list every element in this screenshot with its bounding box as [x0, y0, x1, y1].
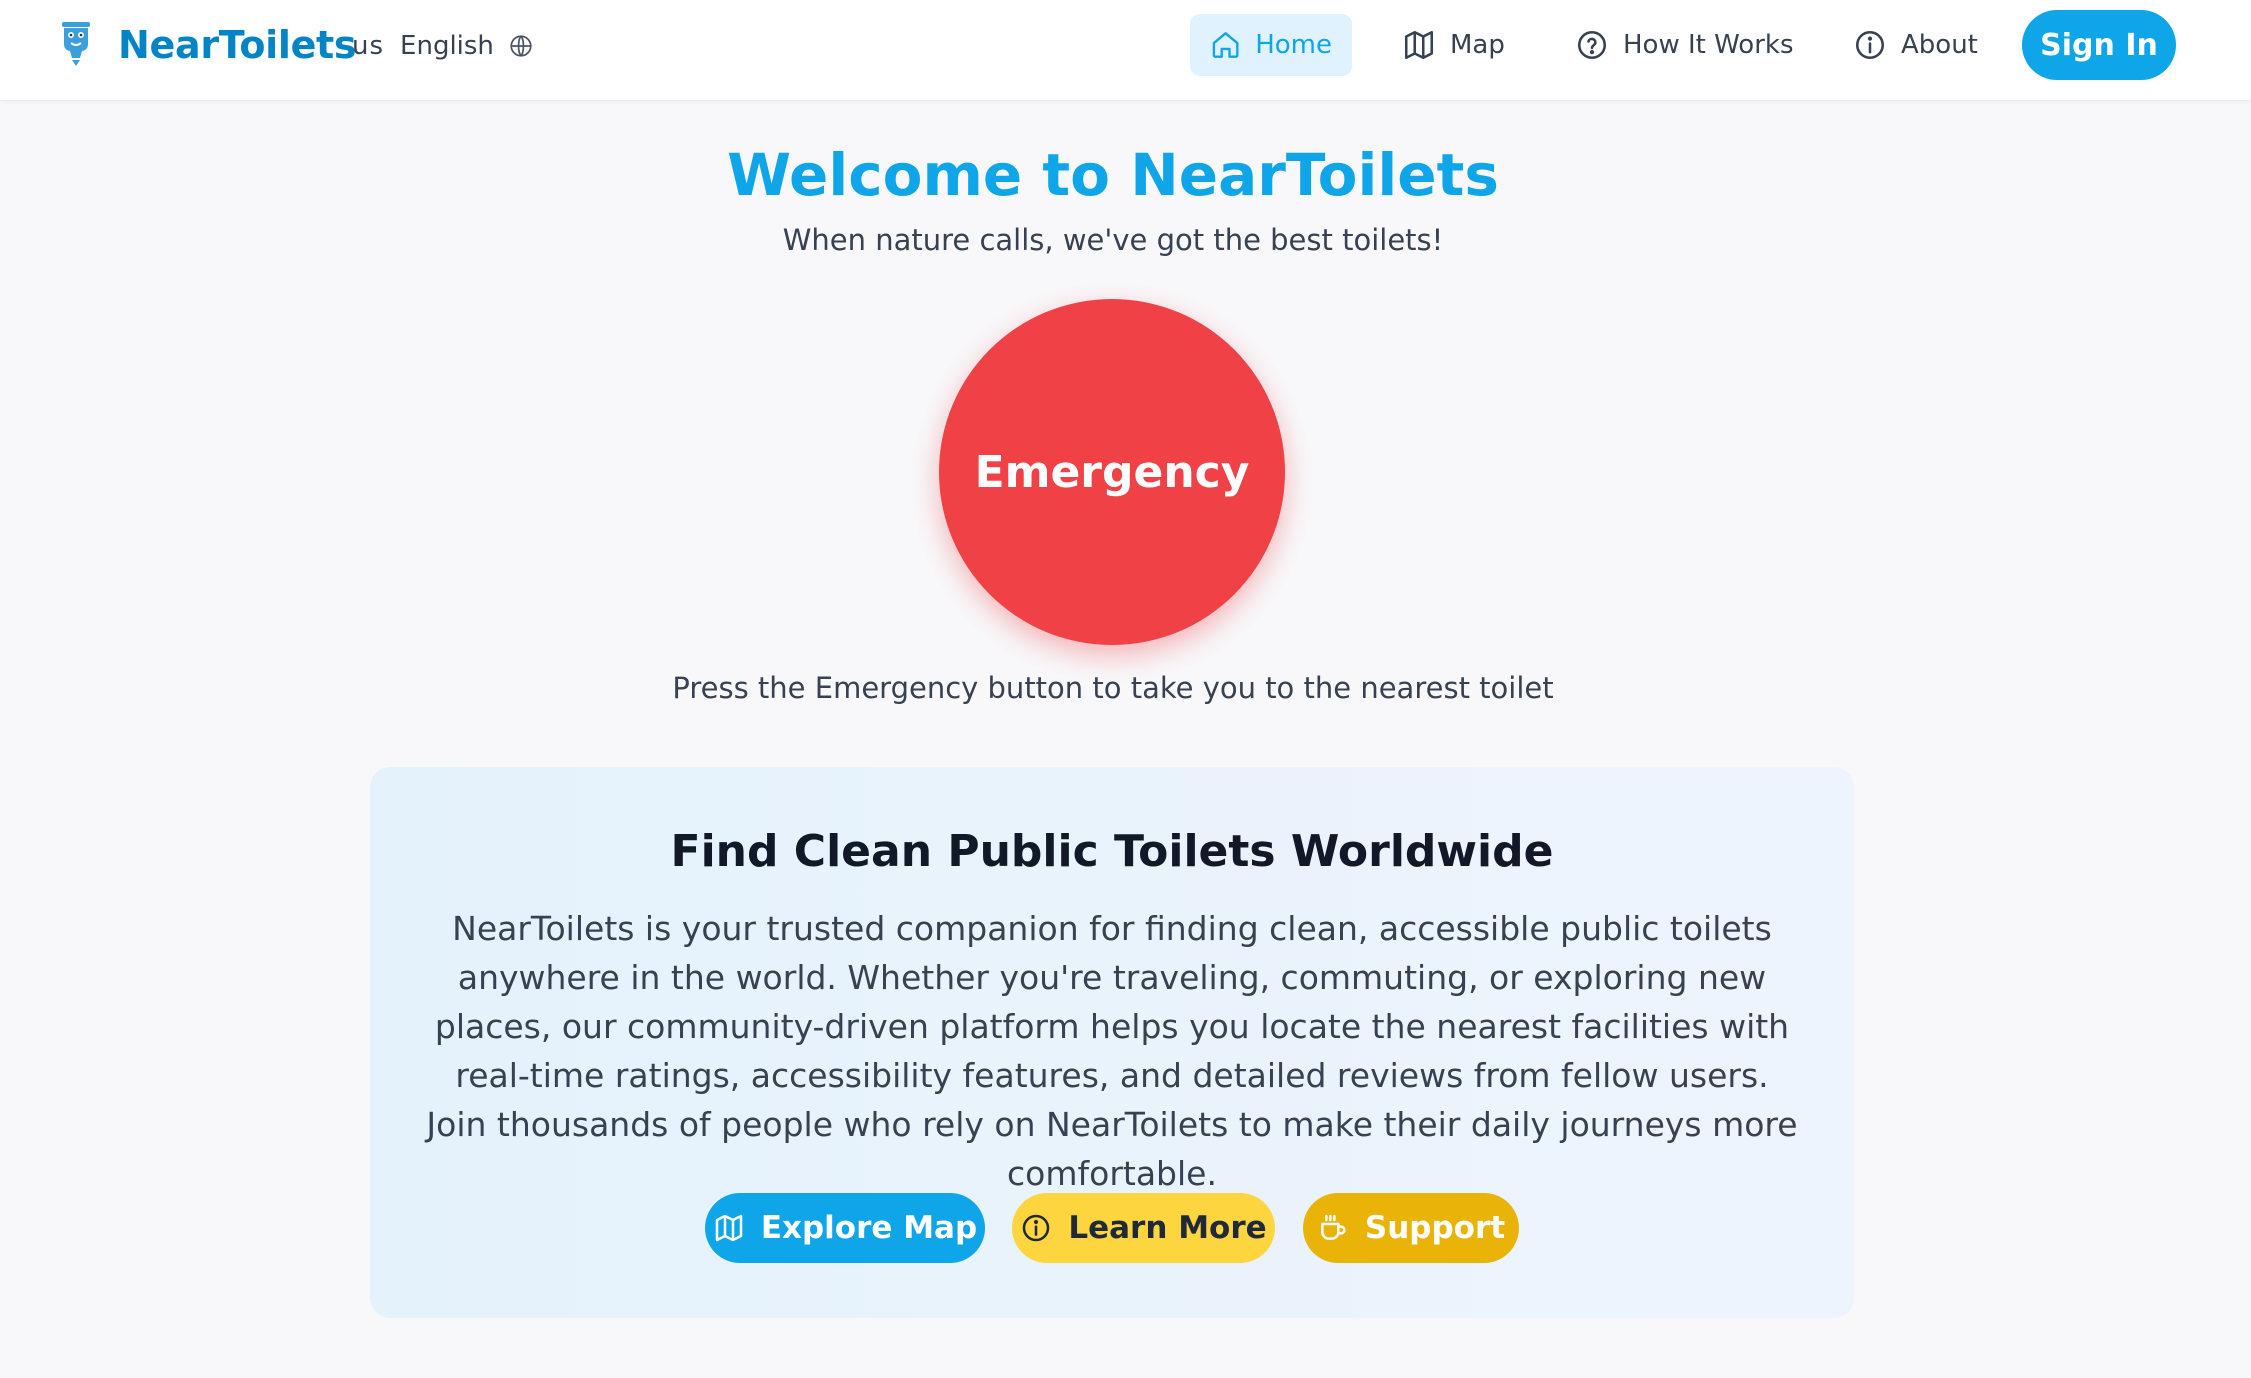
learn-more-label: Learn More	[1068, 1210, 1267, 1246]
info-icon	[1023, 1214, 1050, 1242]
explore-map-label: Explore Map	[760, 1210, 978, 1246]
info-icon	[1855, 30, 1885, 60]
brand-name[interactable]: NearToilets	[118, 20, 357, 70]
nav-how-it-works-label: How It Works	[1623, 30, 1794, 60]
map-icon	[715, 1214, 743, 1242]
sign-in-button[interactable]: Sign In	[2022, 10, 2176, 80]
emergency-hint: Press the Emergency button to take you t…	[672, 671, 1554, 705]
language-selector[interactable]: us English	[352, 26, 534, 66]
map-icon	[1404, 30, 1434, 60]
nav-map-label: Map	[1450, 30, 1505, 60]
nav-home-label: Home	[1255, 30, 1332, 60]
nav-about-label: About	[1901, 30, 1978, 60]
nav-how-it-works[interactable]: How It Works	[1555, 14, 1814, 76]
emergency-label: Emergency	[974, 446, 1250, 498]
emergency-button[interactable]: Emergency	[939, 299, 1285, 645]
info-card: Find Clean Public Toilets Worldwide Near…	[370, 767, 1854, 1318]
support-button[interactable]: Support	[1303, 1193, 1519, 1263]
info-card-body: NearToilets is your trusted companion fo…	[426, 909, 1798, 1193]
page-title: Welcome to NearToilets	[727, 141, 1499, 209]
nav-about[interactable]: About	[1833, 14, 1998, 76]
navbar: NearToilets us English Home Map How It W…	[0, 0, 2251, 101]
toilet-logo-icon[interactable]	[58, 20, 94, 68]
page-subtitle: When nature calls, we've got the best to…	[782, 223, 1444, 257]
help-circle-icon	[1577, 30, 1607, 60]
explore-map-button[interactable]: Explore Map	[705, 1193, 985, 1263]
flag-label: us	[352, 31, 385, 61]
info-card-title: Find Clean Public Toilets Worldwide	[670, 826, 1554, 877]
coffee-icon	[1320, 1214, 1346, 1240]
home-icon	[1212, 32, 1239, 58]
nav-map[interactable]: Map	[1382, 14, 1525, 76]
nav-home[interactable]: Home	[1190, 14, 1352, 76]
language-label: English	[400, 31, 494, 61]
support-label: Support	[1364, 1210, 1506, 1246]
learn-more-button[interactable]: Learn More	[1012, 1193, 1275, 1263]
globe-icon	[510, 35, 532, 57]
